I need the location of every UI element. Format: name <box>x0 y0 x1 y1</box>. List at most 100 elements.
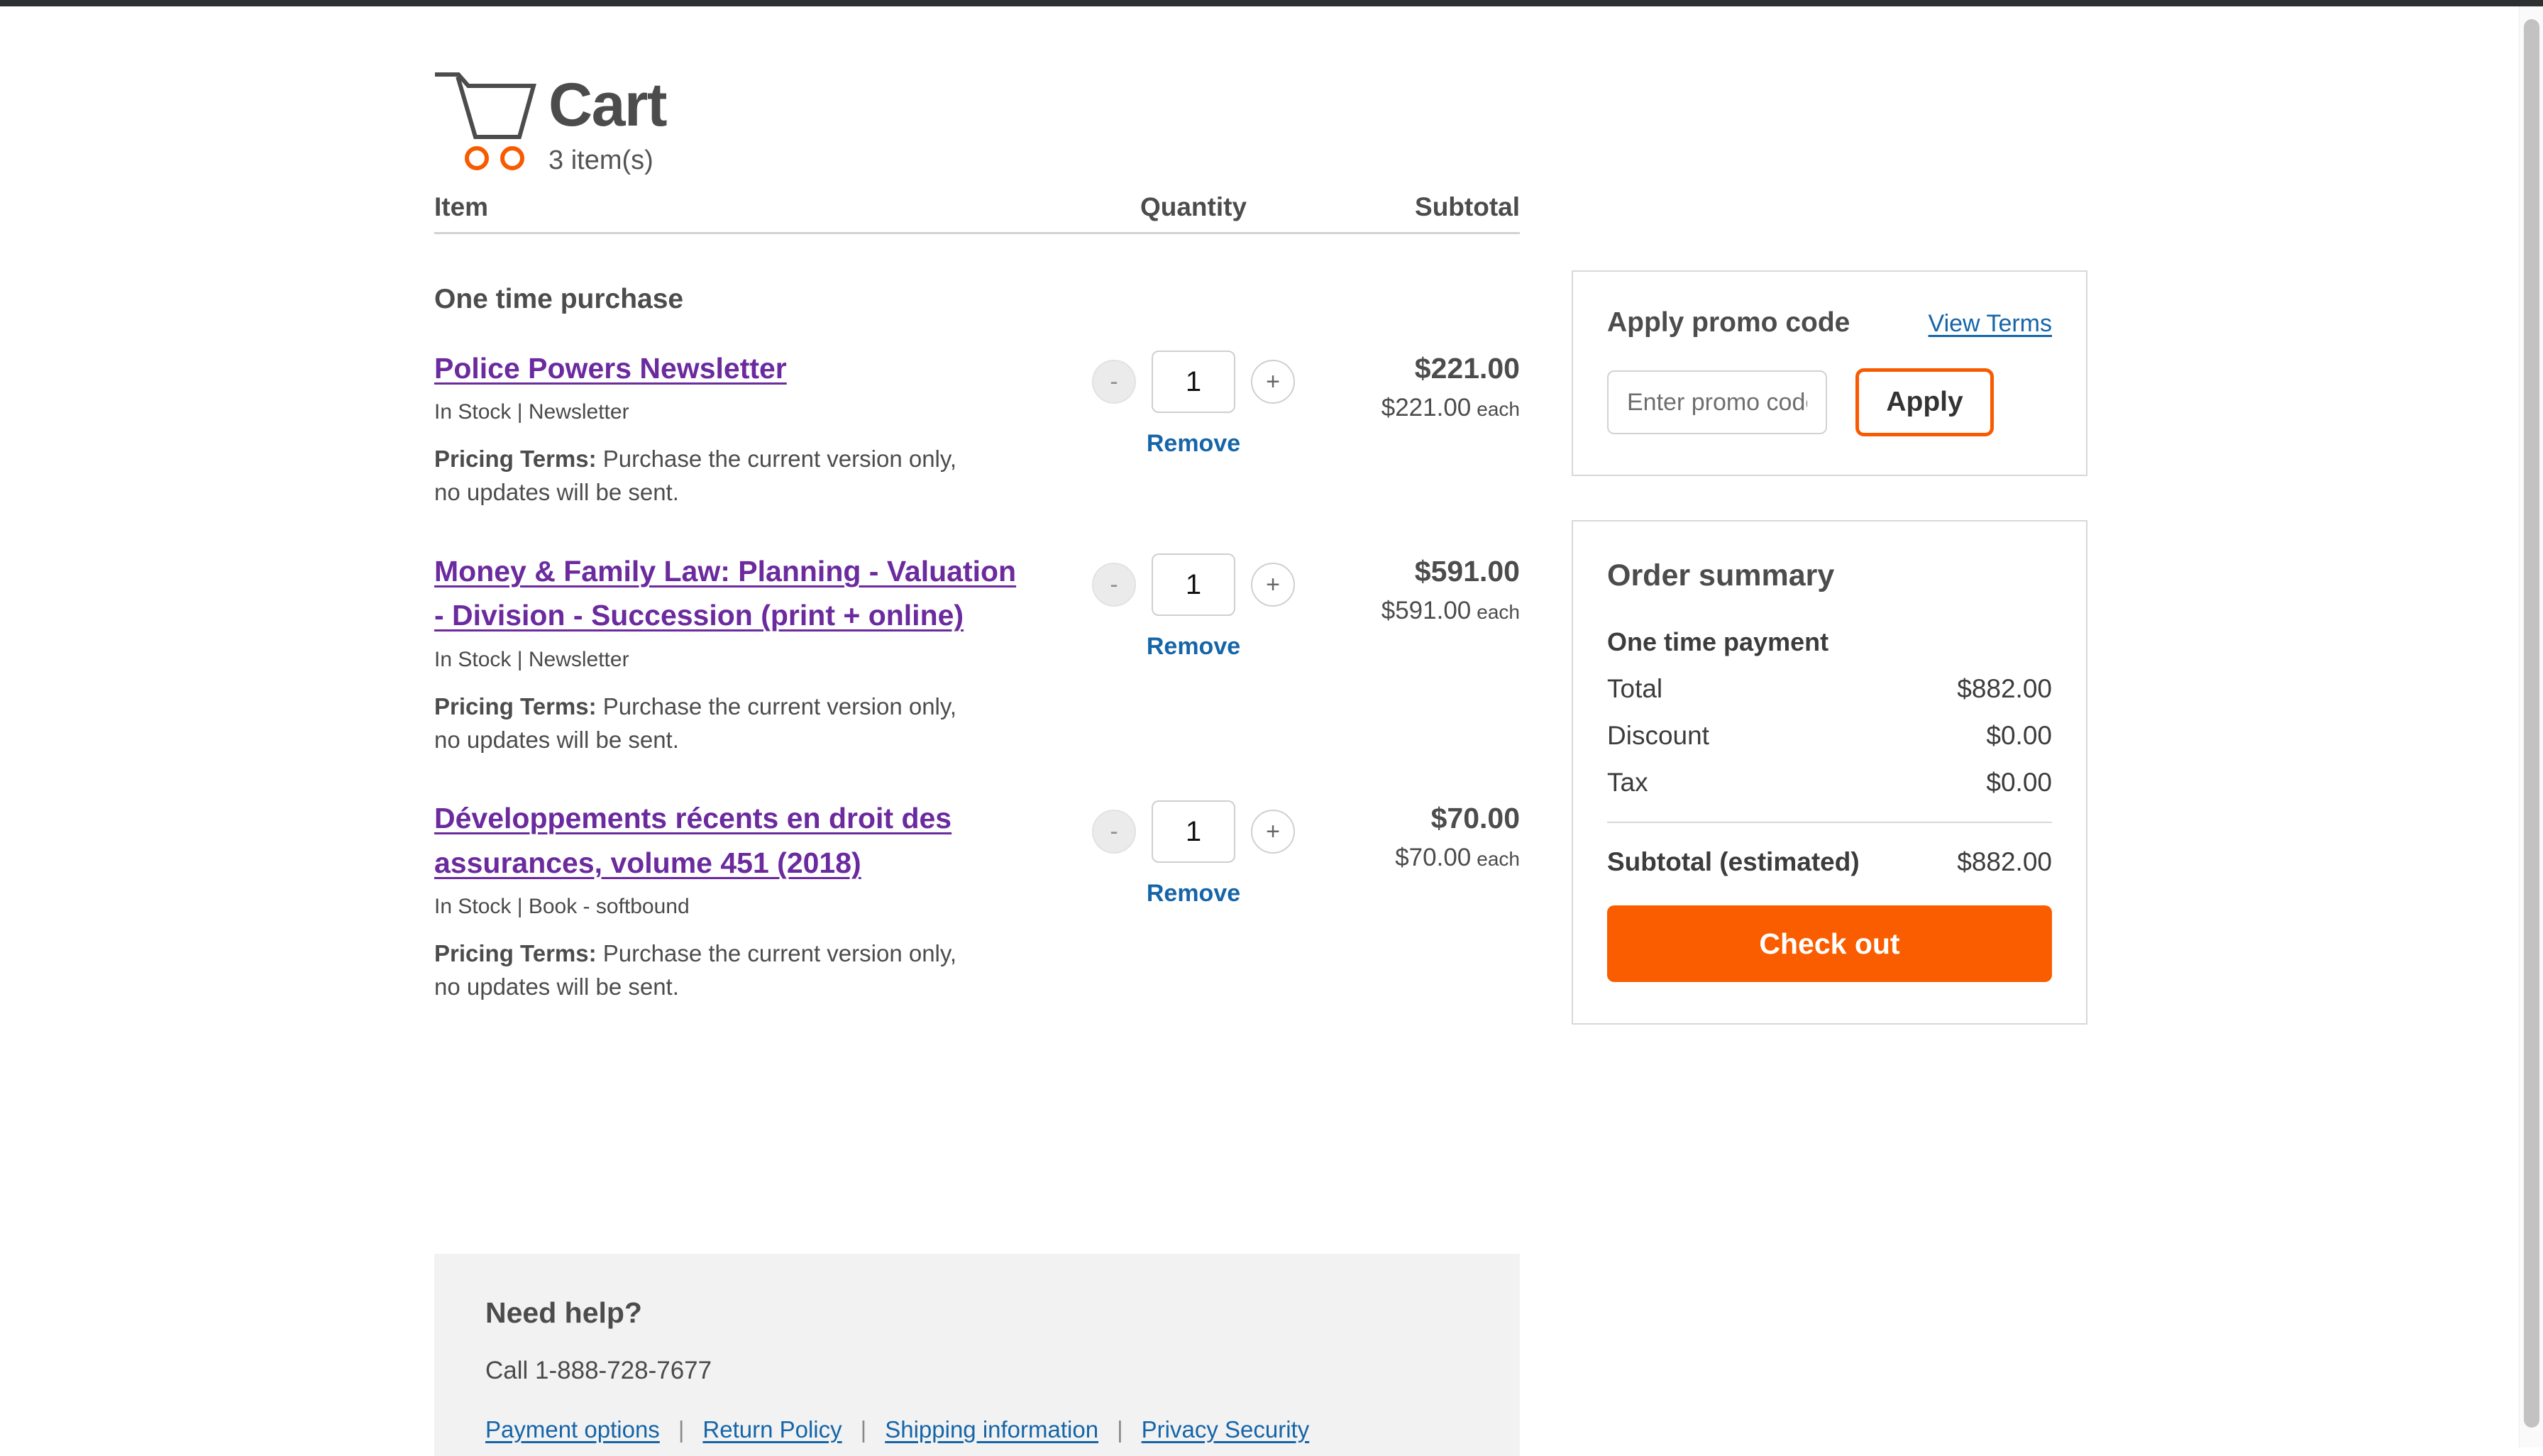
unit-price-amount: $70.00 <box>1395 844 1472 872</box>
promo-title: Apply promo code <box>1607 307 1850 338</box>
unit-price-suffix: each <box>1477 848 1520 871</box>
quantity-stepper: -+Remove <box>1059 549 1328 661</box>
help-title: Need help? <box>485 1296 642 1329</box>
summary-divider <box>1607 822 2052 823</box>
promo-code-panel: Apply promo code View Terms Apply <box>1572 270 2087 476</box>
summary-line-value: $0.00 <box>1986 768 2052 797</box>
subtotal-amount: $591.00 <box>1414 555 1520 588</box>
column-header-subtotal: Subtotal <box>1415 192 1520 221</box>
cart-item-list: Police Powers Newsletter In Stock | Newsl… <box>434 346 1520 1004</box>
decrement-quantity-button[interactable]: - <box>1092 360 1136 404</box>
table-row: Police Powers Newsletter In Stock | Newsl… <box>434 346 1520 509</box>
cart-header: Cart 3 item(s) <box>434 56 2087 177</box>
cart-header-text: Cart 3 item(s) <box>548 56 668 176</box>
summary-subtotal-label: Subtotal (estimated) <box>1607 847 1860 876</box>
summary-line: Tax $0.00 <box>1607 768 2052 798</box>
column-header-item: Item <box>434 192 489 221</box>
product-title-link[interactable]: Développements récents en droit des assu… <box>434 796 1030 885</box>
unit-price-amount: $221.00 <box>1381 394 1472 421</box>
product-availability: In Stock | Newsletter <box>434 647 629 671</box>
shopping-cart-icon <box>434 69 544 175</box>
table-row: Money & Family Law: Planning - Valuation… <box>434 549 1520 756</box>
stepper-controls: -+ <box>1092 351 1295 413</box>
unit-price-suffix: each <box>1477 601 1520 624</box>
help-link-separator: | <box>860 1416 867 1443</box>
help-link-separator: | <box>678 1416 685 1443</box>
cart-item-details: Développements récents en droit des assu… <box>434 796 1059 1003</box>
quantity-stepper: -+Remove <box>1059 346 1328 458</box>
decrement-quantity-button[interactable]: - <box>1092 810 1136 854</box>
unit-price-suffix: each <box>1477 398 1520 420</box>
decrement-quantity-button[interactable]: - <box>1092 563 1136 607</box>
product-title-link[interactable]: Money & Family Law: Planning - Valuation… <box>434 549 1030 638</box>
increment-quantity-button[interactable]: + <box>1251 563 1295 607</box>
summary-line-value: $882.00 <box>1957 674 2052 703</box>
pricing-terms-label: Pricing Terms: <box>434 446 597 473</box>
payment-type-label: One time payment <box>1607 627 1829 656</box>
cart-table-header: Item Quantity Subtotal <box>434 192 1520 234</box>
product-availability: In Stock | Newsletter <box>434 400 629 424</box>
scrollbar-thumb[interactable] <box>2524 19 2539 1428</box>
cart-item-subtotal: $221.00 $221.00 each <box>1328 346 1520 422</box>
cart-item-subtotal: $591.00 $591.00 each <box>1328 549 1520 625</box>
cart-page: Cart 3 item(s) Item Quantity Subtotal On… <box>0 6 2519 1456</box>
subtotal-amount: $70.00 <box>1430 802 1520 835</box>
cart-item-count: 3 item(s) <box>548 145 653 175</box>
order-summary-panel: Order summary One time payment Total $882… <box>1572 520 2087 1025</box>
increment-quantity-button[interactable]: + <box>1251 810 1295 854</box>
help-link[interactable]: Return Policy <box>702 1416 842 1443</box>
help-phone: Call 1-888-728-7677 <box>485 1357 712 1384</box>
subtotal-amount: $221.00 <box>1414 352 1520 385</box>
quantity-input[interactable] <box>1152 553 1235 617</box>
promo-header: Apply promo code View Terms <box>1607 307 2052 338</box>
summary-line-list: Total $882.00 Discount $0.00 Tax $0.00 <box>1607 674 2052 798</box>
page-scrollbar[interactable] <box>2519 6 2543 1447</box>
help-link-separator: | <box>1117 1416 1123 1443</box>
unit-price: $70.00 each <box>1328 844 1520 872</box>
product-availability: In Stock | Book - softbound <box>434 895 690 918</box>
help-link-list: Payment options | Return Policy | Shipping i… <box>485 1416 1469 1443</box>
summary-line: Total $882.00 <box>1607 674 2052 704</box>
quantity-input[interactable] <box>1152 800 1235 864</box>
summary-subtotal-value: $882.00 <box>1957 847 2052 876</box>
cart-sidebar: Apply promo code View Terms Apply Order … <box>1572 270 2087 1025</box>
order-summary-title: Order summary <box>1607 558 1835 592</box>
increment-quantity-button[interactable]: + <box>1251 360 1295 404</box>
page-title: Cart <box>548 71 668 139</box>
promo-code-input[interactable] <box>1607 370 1827 434</box>
unit-price-amount: $591.00 <box>1381 597 1472 625</box>
pricing-terms-label: Pricing Terms: <box>434 693 597 719</box>
view-terms-link[interactable]: View Terms <box>1929 310 2052 338</box>
help-link[interactable]: Shipping information <box>885 1416 1098 1443</box>
remove-item-link[interactable]: Remove <box>1147 430 1240 458</box>
table-row: Développements récents en droit des assu… <box>434 796 1520 1003</box>
cart-item-details: Police Powers Newsletter In Stock | Newsl… <box>434 346 1059 509</box>
pricing-terms: Pricing Terms: Purchase the current vers… <box>434 443 981 509</box>
need-help-panel: Need help? Call 1-888-728-7677 Payment o… <box>434 1254 1520 1456</box>
checkout-button[interactable]: Check out <box>1607 905 2052 982</box>
help-link[interactable]: Payment options <box>485 1416 660 1443</box>
summary-subtotal-row: Subtotal (estimated) $882.00 <box>1607 847 2052 877</box>
summary-line-value: $0.00 <box>1986 721 2052 750</box>
pricing-terms: Pricing Terms: Purchase the current vers… <box>434 937 981 1004</box>
cart-item-subtotal: $70.00 $70.00 each <box>1328 796 1520 872</box>
apply-promo-button[interactable]: Apply <box>1855 368 1994 436</box>
product-title-link[interactable]: Police Powers Newsletter <box>434 346 1030 390</box>
summary-line-label: Total <box>1607 674 1663 703</box>
promo-input-row: Apply <box>1607 368 2052 436</box>
unit-price: $221.00 each <box>1328 394 1520 422</box>
summary-line: Discount $0.00 <box>1607 721 2052 751</box>
column-header-quantity: Quantity <box>1140 192 1247 221</box>
pricing-terms-label: Pricing Terms: <box>434 940 597 966</box>
stepper-controls: -+ <box>1092 553 1295 617</box>
quantity-input[interactable] <box>1152 351 1235 413</box>
browser-chrome-bar <box>0 0 2543 6</box>
summary-line-label: Discount <box>1607 721 1709 750</box>
remove-item-link[interactable]: Remove <box>1147 633 1240 661</box>
summary-line-label: Tax <box>1607 768 1648 797</box>
unit-price: $591.00 each <box>1328 597 1520 625</box>
help-link[interactable]: Privacy Security <box>1142 1416 1310 1443</box>
cart-item-details: Money & Family Law: Planning - Valuation… <box>434 549 1059 756</box>
remove-item-link[interactable]: Remove <box>1147 880 1240 908</box>
quantity-stepper: - + Remove <box>1059 796 1328 908</box>
